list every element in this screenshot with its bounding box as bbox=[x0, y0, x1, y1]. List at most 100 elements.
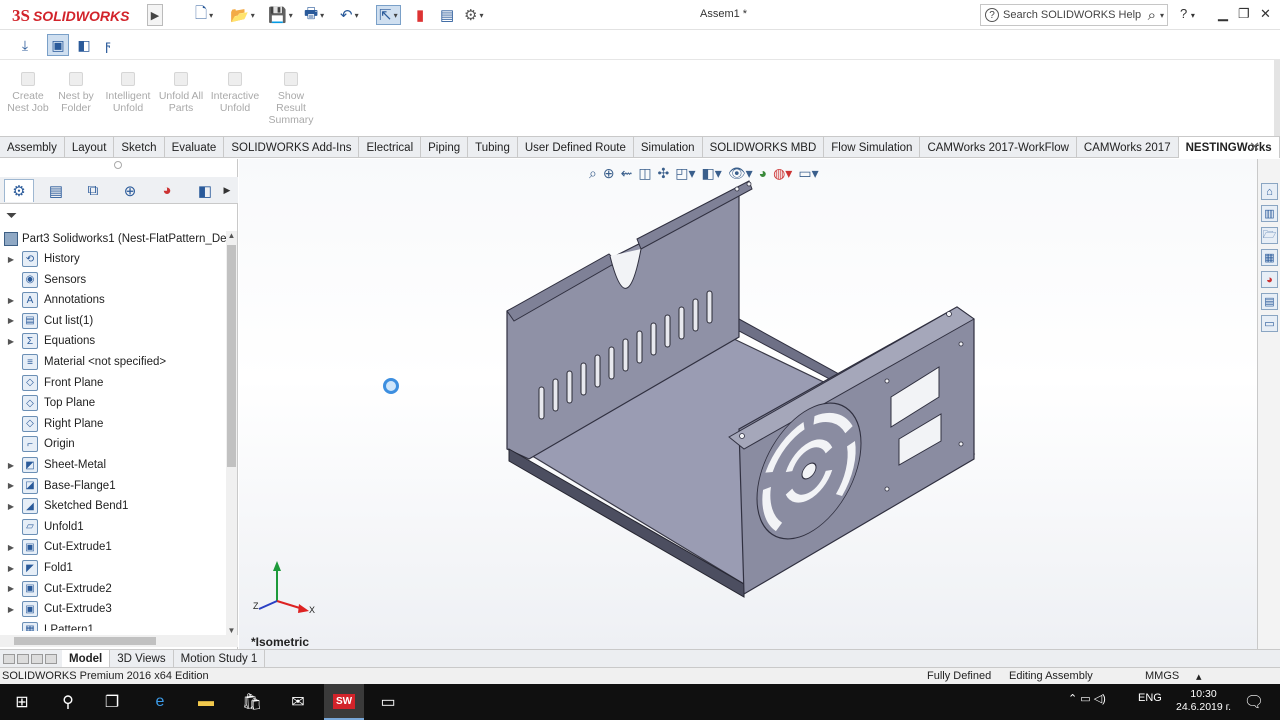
tab-nestingworks[interactable]: NESTINGWorks bbox=[1178, 137, 1280, 158]
interactive-unfold-button[interactable]: Interactive Unfold bbox=[206, 72, 264, 114]
tabs-scroll-right-icon[interactable]: ▶ bbox=[220, 179, 234, 202]
tree-node[interactable]: ▶ ▣ Cut-Extrude2 bbox=[0, 579, 226, 599]
graphics-viewport[interactable]: ⌕ ⊕ ⇜ ◫ ✣ ◰▾ ◧▾ 👁▾ ◕ ◍▾ ▭▾ X Z *Isometri… bbox=[239, 159, 1257, 649]
expand-arrow-icon[interactable]: ▶ bbox=[4, 296, 18, 305]
filter-icon[interactable]: ⏷ bbox=[6, 207, 17, 224]
tab-user-defined-route[interactable]: User Defined Route bbox=[518, 137, 634, 158]
expand-arrow-icon[interactable]: ▶ bbox=[4, 337, 18, 346]
scroll-down-icon[interactable]: ▼ bbox=[226, 626, 237, 635]
scroll-thumb[interactable] bbox=[227, 245, 236, 467]
help-menu-button[interactable]: ? ▾ bbox=[1180, 6, 1195, 21]
solidworks-taskbar-button[interactable]: SW bbox=[324, 684, 364, 720]
task-view-icon[interactable]: ❐ bbox=[100, 690, 124, 714]
design-library-icon[interactable]: ▥ bbox=[1261, 205, 1278, 222]
store-icon[interactable]: 🛍 bbox=[240, 690, 264, 714]
property-manager-tab-icon[interactable]: ▤ bbox=[41, 179, 71, 202]
tree-horizontal-scrollbar[interactable] bbox=[0, 635, 238, 647]
edge-browser-icon[interactable]: e bbox=[148, 690, 172, 714]
tab-simulation[interactable]: Simulation bbox=[634, 137, 703, 158]
mail-icon[interactable]: ✉ bbox=[286, 690, 310, 714]
tab-tubing[interactable]: Tubing bbox=[468, 137, 518, 158]
undo-icon[interactable]: ↶ ▾ bbox=[340, 5, 359, 25]
nest-by-folder-button[interactable]: Nest by Folder bbox=[52, 72, 100, 114]
tree-node[interactable]: ▶ A Annotations bbox=[0, 290, 226, 310]
tree-node[interactable]: ▶ Σ Equations bbox=[0, 331, 226, 351]
display-manager-tab-icon[interactable]: ◕ bbox=[152, 179, 182, 202]
camworks-tab-icon[interactable]: ◧ bbox=[190, 179, 220, 202]
expand-arrow-icon[interactable]: ▶ bbox=[4, 502, 18, 511]
sheet-metal-model[interactable] bbox=[239, 159, 1257, 649]
system-clock[interactable]: 10:30 24.6.2019 г. bbox=[1176, 688, 1231, 714]
tab-sketch[interactable]: Sketch bbox=[114, 137, 165, 158]
home-icon[interactable]: ⌂ bbox=[1261, 183, 1278, 200]
tab-piping[interactable]: Piping bbox=[421, 137, 469, 158]
tree-node[interactable]: ▶ ◢ Sketched Bend1 bbox=[0, 496, 226, 516]
feature-manager-tab-icon[interactable]: ⚙ bbox=[4, 179, 34, 202]
tab-layout[interactable]: Layout bbox=[65, 137, 115, 158]
intelligent-unfold-button[interactable]: Intelligent Unfold bbox=[100, 72, 156, 114]
tab-solidworks-mbd[interactable]: SOLIDWORKS MBD bbox=[703, 137, 825, 158]
tree-node[interactable]: ◇ Front Plane bbox=[0, 373, 226, 393]
tab-camworks-2017-workflow[interactable]: CAMWorks 2017-WorkFlow bbox=[920, 137, 1077, 158]
app-window-icon[interactable]: ▭ bbox=[376, 690, 400, 714]
tab-assembly[interactable]: Assembly bbox=[0, 137, 65, 158]
ribbon-scrollbar[interactable] bbox=[1274, 60, 1280, 136]
help-search-box[interactable]: ? Search SOLIDWORKS Help ⌕ ▾ bbox=[980, 4, 1168, 26]
tree-node[interactable]: ▶ ⟲ History bbox=[0, 249, 226, 269]
notifications-icon[interactable]: 🗨 bbox=[1242, 690, 1266, 714]
next-tab-icon[interactable] bbox=[31, 653, 43, 664]
prev-tab-icon[interactable] bbox=[17, 653, 29, 664]
tree-vertical-scrollbar[interactable]: ▲ ▼ bbox=[226, 231, 237, 635]
file-explorer-icon[interactable]: 🗁 bbox=[1261, 227, 1278, 244]
save-icon[interactable]: 💾 ▾ bbox=[268, 5, 293, 25]
tab-evaluate[interactable]: Evaluate bbox=[165, 137, 225, 158]
tree-node[interactable]: ≡ Material <not specified> bbox=[0, 352, 226, 372]
new-document-icon[interactable]: 🗋 ▾ bbox=[195, 5, 213, 25]
expand-arrow-icon[interactable]: ▶ bbox=[4, 255, 18, 264]
last-tab-icon[interactable] bbox=[45, 653, 57, 664]
menu-expand-arrow-icon[interactable]: ▶ bbox=[147, 4, 163, 26]
unfold-all-parts-button[interactable]: Unfold All Parts bbox=[156, 72, 206, 114]
tab-camworks-2017[interactable]: CAMWorks 2017 bbox=[1077, 137, 1179, 158]
scroll-up-icon[interactable]: ▲ bbox=[226, 231, 237, 240]
custom-properties-icon[interactable]: ▤ bbox=[1261, 293, 1278, 310]
insert-component-icon[interactable]: ⤓ bbox=[14, 34, 36, 56]
tree-node[interactable]: ▱ Unfold1 bbox=[0, 517, 226, 537]
input-language[interactable]: ENG bbox=[1138, 692, 1162, 704]
tab-3d-views[interactable]: 3D Views bbox=[110, 650, 174, 667]
close-icon[interactable]: ✕ bbox=[1260, 6, 1271, 22]
tree-node[interactable]: ◇ Right Plane bbox=[0, 414, 226, 434]
expand-arrow-icon[interactable]: ▶ bbox=[4, 461, 18, 470]
search-icon[interactable]: ⌕ bbox=[1148, 7, 1156, 24]
search-dropdown-icon[interactable]: ▾ bbox=[1160, 11, 1164, 20]
units-selector[interactable]: MMGS bbox=[1145, 670, 1179, 682]
view-palette-icon[interactable]: ▦ bbox=[1261, 249, 1278, 266]
cm-sketch-icon[interactable]: ϝ bbox=[97, 34, 119, 56]
show-result-summary-button[interactable]: Show Result Summary bbox=[264, 72, 318, 126]
tray-icons[interactable]: ⌃ ▭ ◁) bbox=[1068, 692, 1106, 705]
expand-arrow-icon[interactable]: ▶ bbox=[4, 605, 18, 614]
forum-icon[interactable]: ▭ bbox=[1261, 315, 1278, 332]
dimxpert-manager-tab-icon[interactable]: ⊕ bbox=[115, 179, 145, 202]
traffic-light-icon[interactable]: ▮ bbox=[416, 5, 424, 25]
select-icon[interactable]: ⇱ ▾ bbox=[376, 5, 401, 25]
tree-node[interactable]: ▶ ▣ Cut-Extrude3 bbox=[0, 599, 226, 619]
configuration-manager-tab-icon[interactable]: ⧉ bbox=[78, 179, 108, 202]
tab-model[interactable]: Model bbox=[62, 650, 111, 667]
panel-grip[interactable] bbox=[114, 161, 122, 169]
cm-view-icon[interactable]: ◧ bbox=[73, 34, 95, 56]
expand-arrow-icon[interactable]: ▶ bbox=[4, 564, 18, 573]
create-nest-job-button[interactable]: Create Nest Job bbox=[4, 72, 52, 114]
tree-node[interactable]: ▦ LPattern1 bbox=[0, 620, 226, 631]
h-scroll-thumb[interactable] bbox=[14, 637, 156, 645]
tab-solidworks-add-ins[interactable]: SOLIDWORKS Add-Ins bbox=[224, 137, 360, 158]
tree-node[interactable]: ◇ Top Plane bbox=[0, 393, 226, 413]
cm-mode-icon[interactable]: ▣ bbox=[47, 34, 69, 56]
minimize-icon[interactable]: ▁ bbox=[1218, 6, 1228, 22]
tab-motion-study-1[interactable]: Motion Study 1 bbox=[174, 650, 266, 667]
tree-node[interactable]: ▶ ▤ Cut list(1) bbox=[0, 311, 226, 331]
tree-node[interactable]: ▶ ◪ Base-Flange1 bbox=[0, 476, 226, 496]
expand-arrow-icon[interactable]: ▶ bbox=[4, 481, 18, 490]
tree-node[interactable]: ▶ ◤ Fold1 bbox=[0, 558, 226, 578]
search-icon[interactable]: ⚲ bbox=[56, 690, 80, 714]
